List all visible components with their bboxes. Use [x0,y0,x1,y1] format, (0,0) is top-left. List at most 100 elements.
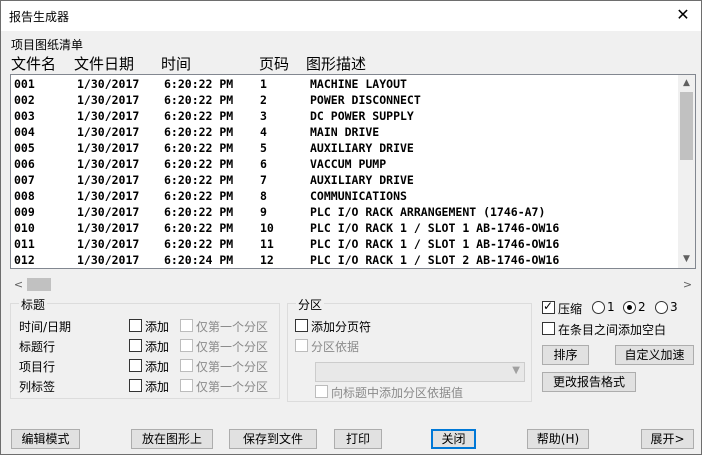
horizontal-scrollbar[interactable]: < > [10,276,696,293]
list-item[interactable]: 010 1/30/2017 6:20:22 PM 10 PLC I/O RACK 1 /… [14,220,678,236]
scroll-down-icon[interactable]: ▼ [678,251,695,268]
vertical-scroll-thumb[interactable] [680,92,693,160]
cell-date: 1/30/2017 [77,157,140,171]
compress-radio-2[interactable] [623,301,636,314]
custom-accel-button[interactable]: 自定义加速 [615,345,694,365]
cell-description: PLC I/O RACK 1 / SLOT 1 AB-1746-OW16 [310,221,560,235]
scroll-left-icon[interactable]: < [10,276,27,293]
cell-date: 1/30/2017 [77,221,140,235]
compress-radio-1-label: 1 [607,300,615,314]
project-line-label: 项目行 [19,360,56,374]
close-icon[interactable]: ✕ [673,5,693,25]
cell-page: 10 [260,221,274,235]
add-page-break-checkbox[interactable] [295,319,308,332]
column-labels-first-only-checkbox[interactable] [180,379,193,392]
change-format-button[interactable]: 更改报告格式 [542,372,636,392]
cell-page: 3 [260,109,267,123]
time-date-label: 时间/日期 [19,320,72,334]
list-item[interactable]: 008 1/30/2017 6:20:22 PM 8 COMMUNICATIONS [14,188,678,204]
cell-time: 6:20:22 PM [164,221,234,235]
compress-radio-3-label: 3 [670,300,678,314]
blank-between-checkbox[interactable] [542,322,555,335]
cell-filename: 002 [14,93,35,107]
list-item[interactable]: 007 1/30/2017 6:20:22 PM 7 AUXILIARY DRIVE [14,172,678,188]
help-button[interactable]: 帮助(H) [527,429,589,449]
partition-group-label: 分区 [296,296,325,313]
list-item[interactable]: 003 1/30/2017 6:20:22 PM 3 DC POWER SUPPLY [14,108,678,124]
vertical-scrollbar[interactable]: ▲ ▼ [678,75,695,268]
cell-description: MACHINE LAYOUT [310,77,407,91]
report-generator-dialog: 报告生成器 ✕ 项目图纸清单 文件名 文件日期 时间 页码 图形描述 001 1/… [0,0,702,455]
column-header-filename: 文件名 [11,55,57,73]
add-page-break-label: 添加分页符 [311,320,372,334]
save-to-file-button[interactable]: 保存到文件 [229,429,317,449]
cell-page: 8 [260,189,267,203]
cell-date: 1/30/2017 [77,189,140,203]
list-item[interactable]: 009 1/30/2017 6:20:22 PM 9 PLC I/O RACK ARRA… [14,204,678,220]
time-date-add-label: 添加 [145,320,170,334]
cell-time: 6:20:24 PM [164,253,234,267]
edit-mode-button[interactable]: 编辑模式 [11,429,80,449]
cell-description: POWER DISCONNECT [310,93,421,107]
horizontal-scroll-thumb[interactable] [27,278,51,291]
compress-label: 压缩 [558,302,583,316]
scroll-right-icon[interactable]: > [679,276,696,293]
partition-by-label: 分区依据 [311,340,360,354]
cell-filename: 004 [14,125,35,139]
time-date-add-checkbox[interactable] [129,319,142,332]
add-partition-value-label: 向标题中添加分区依据值 [331,386,464,400]
list-item[interactable]: 005 1/30/2017 6:20:22 PM 5 AUXILIARY DRIVE [14,140,678,156]
project-line-add-checkbox[interactable] [129,359,142,372]
column-header-time: 时间 [161,55,192,73]
cell-time: 6:20:22 PM [164,157,234,171]
list-item[interactable]: 002 1/30/2017 6:20:22 PM 2 POWER DISCONNECT [14,92,678,108]
title-line-first-only-checkbox[interactable] [180,339,193,352]
time-date-first-only-checkbox[interactable] [180,319,193,332]
compress-checkbox[interactable] [542,299,555,314]
project-line-first-only-checkbox[interactable] [180,359,193,372]
close-button[interactable]: 关闭 [431,429,476,449]
cell-filename: 011 [14,237,35,251]
cell-time: 6:20:22 PM [164,205,234,219]
expand-button[interactable]: 展开> [641,429,694,449]
drawing-list[interactable]: 001 1/30/2017 6:20:22 PM 1 MACHINE LAYOUT 002… [10,74,696,269]
cell-filename: 008 [14,189,35,203]
list-item[interactable]: 012 1/30/2017 6:20:24 PM 12 PLC I/O RACK 1 /… [14,252,678,268]
cell-description: DC POWER SUPPLY [310,109,414,123]
cell-filename: 012 [14,253,35,267]
cell-date: 1/30/2017 [77,141,140,155]
title-bar: 报告生成器 ✕ [1,1,701,31]
title-line-label: 标题行 [19,340,56,354]
chevron-down-icon[interactable]: ▼ [512,365,520,376]
list-item[interactable]: 001 1/30/2017 6:20:22 PM 1 MACHINE LAYOUT [14,76,678,92]
print-button[interactable]: 打印 [334,429,382,449]
add-partition-value-checkbox[interactable] [315,385,328,398]
cell-description: AUXILIARY DRIVE [310,141,414,155]
title-line-add-checkbox[interactable] [129,339,142,352]
column-labels-add-checkbox[interactable] [129,379,142,392]
cell-date: 1/30/2017 [77,237,140,251]
cell-date: 1/30/2017 [77,93,140,107]
cell-date: 1/30/2017 [77,205,140,219]
sort-button[interactable]: 排序 [542,345,589,365]
cell-page: 9 [260,205,267,219]
compress-radio-1[interactable] [592,301,605,314]
partition-by-checkbox[interactable] [295,339,308,352]
cell-filename: 003 [14,109,35,123]
column-labels-label: 列标签 [19,380,56,394]
partition-by-select[interactable]: ▼ [315,362,525,382]
scroll-up-icon[interactable]: ▲ [678,75,695,92]
project-line-first-only-label: 仅第一个分区 [196,360,269,374]
list-item[interactable]: 011 1/30/2017 6:20:22 PM 11 PLC I/O RACK 1 /… [14,236,678,252]
cell-description: AUXILIARY DRIVE [310,173,414,187]
list-item[interactable]: 006 1/30/2017 6:20:22 PM 6 VACCUM PUMP [14,156,678,172]
cell-time: 6:20:22 PM [164,93,234,107]
compress-radio-3[interactable] [655,301,668,314]
title-line-first-only-label: 仅第一个分区 [196,340,269,354]
list-item[interactable]: 004 1/30/2017 6:20:22 PM 4 MAIN DRIVE [14,124,678,140]
place-in-drawing-button[interactable]: 放在图形上 [131,429,213,449]
cell-date: 1/30/2017 [77,109,140,123]
cell-filename: 006 [14,157,35,171]
cell-time: 6:20:22 PM [164,237,234,251]
cell-date: 1/30/2017 [77,253,140,267]
